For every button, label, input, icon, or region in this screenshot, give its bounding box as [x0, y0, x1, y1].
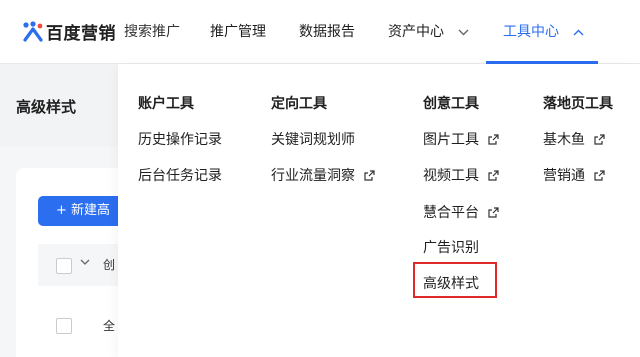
nav-label: 数据报告: [299, 24, 355, 40]
menu-item-label: 后台任务记录: [138, 168, 222, 184]
table-header-label: 创: [103, 258, 116, 272]
chevron-down-icon[interactable]: [80, 257, 90, 268]
external-link-icon: [594, 133, 606, 149]
menu-item-task-log[interactable]: 后台任务记录: [138, 165, 222, 185]
top-nav-bar: 百度营销 搜索推广 推广管理 数据报告 资产中心 工具中心: [0, 0, 640, 64]
external-link-icon: [488, 169, 500, 185]
menu-item-label: 基木鱼: [543, 132, 585, 148]
nav-label: 推广管理: [210, 24, 266, 40]
menu-item-label: 图片工具: [423, 132, 479, 148]
nav-asset-center[interactable]: 资产中心: [388, 0, 469, 64]
menu-item-huihe-platform[interactable]: 慧合平台: [423, 202, 500, 222]
menu-column-title: 定向工具: [271, 96, 327, 112]
highlight-annotation-box: [413, 262, 497, 298]
chevron-up-icon: [573, 1, 584, 65]
menu-column-title: 创意工具: [423, 96, 479, 112]
tool-center-dropdown: 账户工具 历史操作记录 后台任务记录 定向工具 关键词规划师 行业流量洞察 创意…: [118, 64, 640, 357]
external-link-icon: [488, 133, 500, 149]
row-checkbox[interactable]: [56, 318, 72, 334]
menu-item-yingxiaotong[interactable]: 营销通: [543, 165, 606, 185]
menu-item-label: 视频工具: [423, 168, 479, 184]
menu-item-label: 营销通: [543, 168, 585, 184]
menu-item-label: 慧合平台: [423, 205, 479, 221]
menu-item-history-log[interactable]: 历史操作记录: [138, 129, 222, 149]
menu-item-video-tool[interactable]: 视频工具: [423, 165, 500, 185]
brand-name: 百度营销: [46, 23, 116, 44]
menu-item-image-tool[interactable]: 图片工具: [423, 129, 500, 149]
external-link-icon: [488, 206, 500, 222]
menu-item-label: 历史操作记录: [138, 132, 222, 148]
menu-column-title: 落地页工具: [543, 96, 613, 112]
select-all-checkbox[interactable]: [56, 258, 72, 274]
table-row-text: 全: [103, 319, 116, 333]
baidu-marketing-logo-icon: [22, 20, 44, 42]
menu-item-label: 关键词规划师: [271, 132, 355, 148]
nav-tool-center[interactable]: 工具中心: [503, 0, 584, 64]
external-link-icon: [594, 169, 606, 185]
menu-item-label: 广告识别: [423, 240, 479, 256]
menu-item-jimuyu[interactable]: 基木鱼: [543, 129, 606, 149]
chevron-down-icon: [458, 1, 469, 65]
menu-item-keyword-planner[interactable]: 关键词规划师: [271, 129, 355, 149]
brand-logo[interactable]: 百度营销 搜索推广: [22, 19, 180, 44]
menu-item-industry-insight[interactable]: 行业流量洞察: [271, 165, 376, 185]
external-link-icon: [364, 169, 376, 185]
brand-subtitle: 搜索推广: [124, 24, 180, 40]
nav-promotion-management[interactable]: 推广管理: [210, 0, 266, 64]
nav-label: 工具中心: [503, 24, 559, 40]
nav-label: 资产中心: [388, 24, 444, 40]
menu-item-label: 行业流量洞察: [271, 168, 355, 184]
menu-item-ad-recognition[interactable]: 广告识别: [423, 237, 479, 257]
menu-column-title: 账户工具: [138, 96, 194, 112]
nav-data-report[interactable]: 数据报告: [299, 0, 355, 64]
page-title: 高级样式: [16, 98, 77, 116]
